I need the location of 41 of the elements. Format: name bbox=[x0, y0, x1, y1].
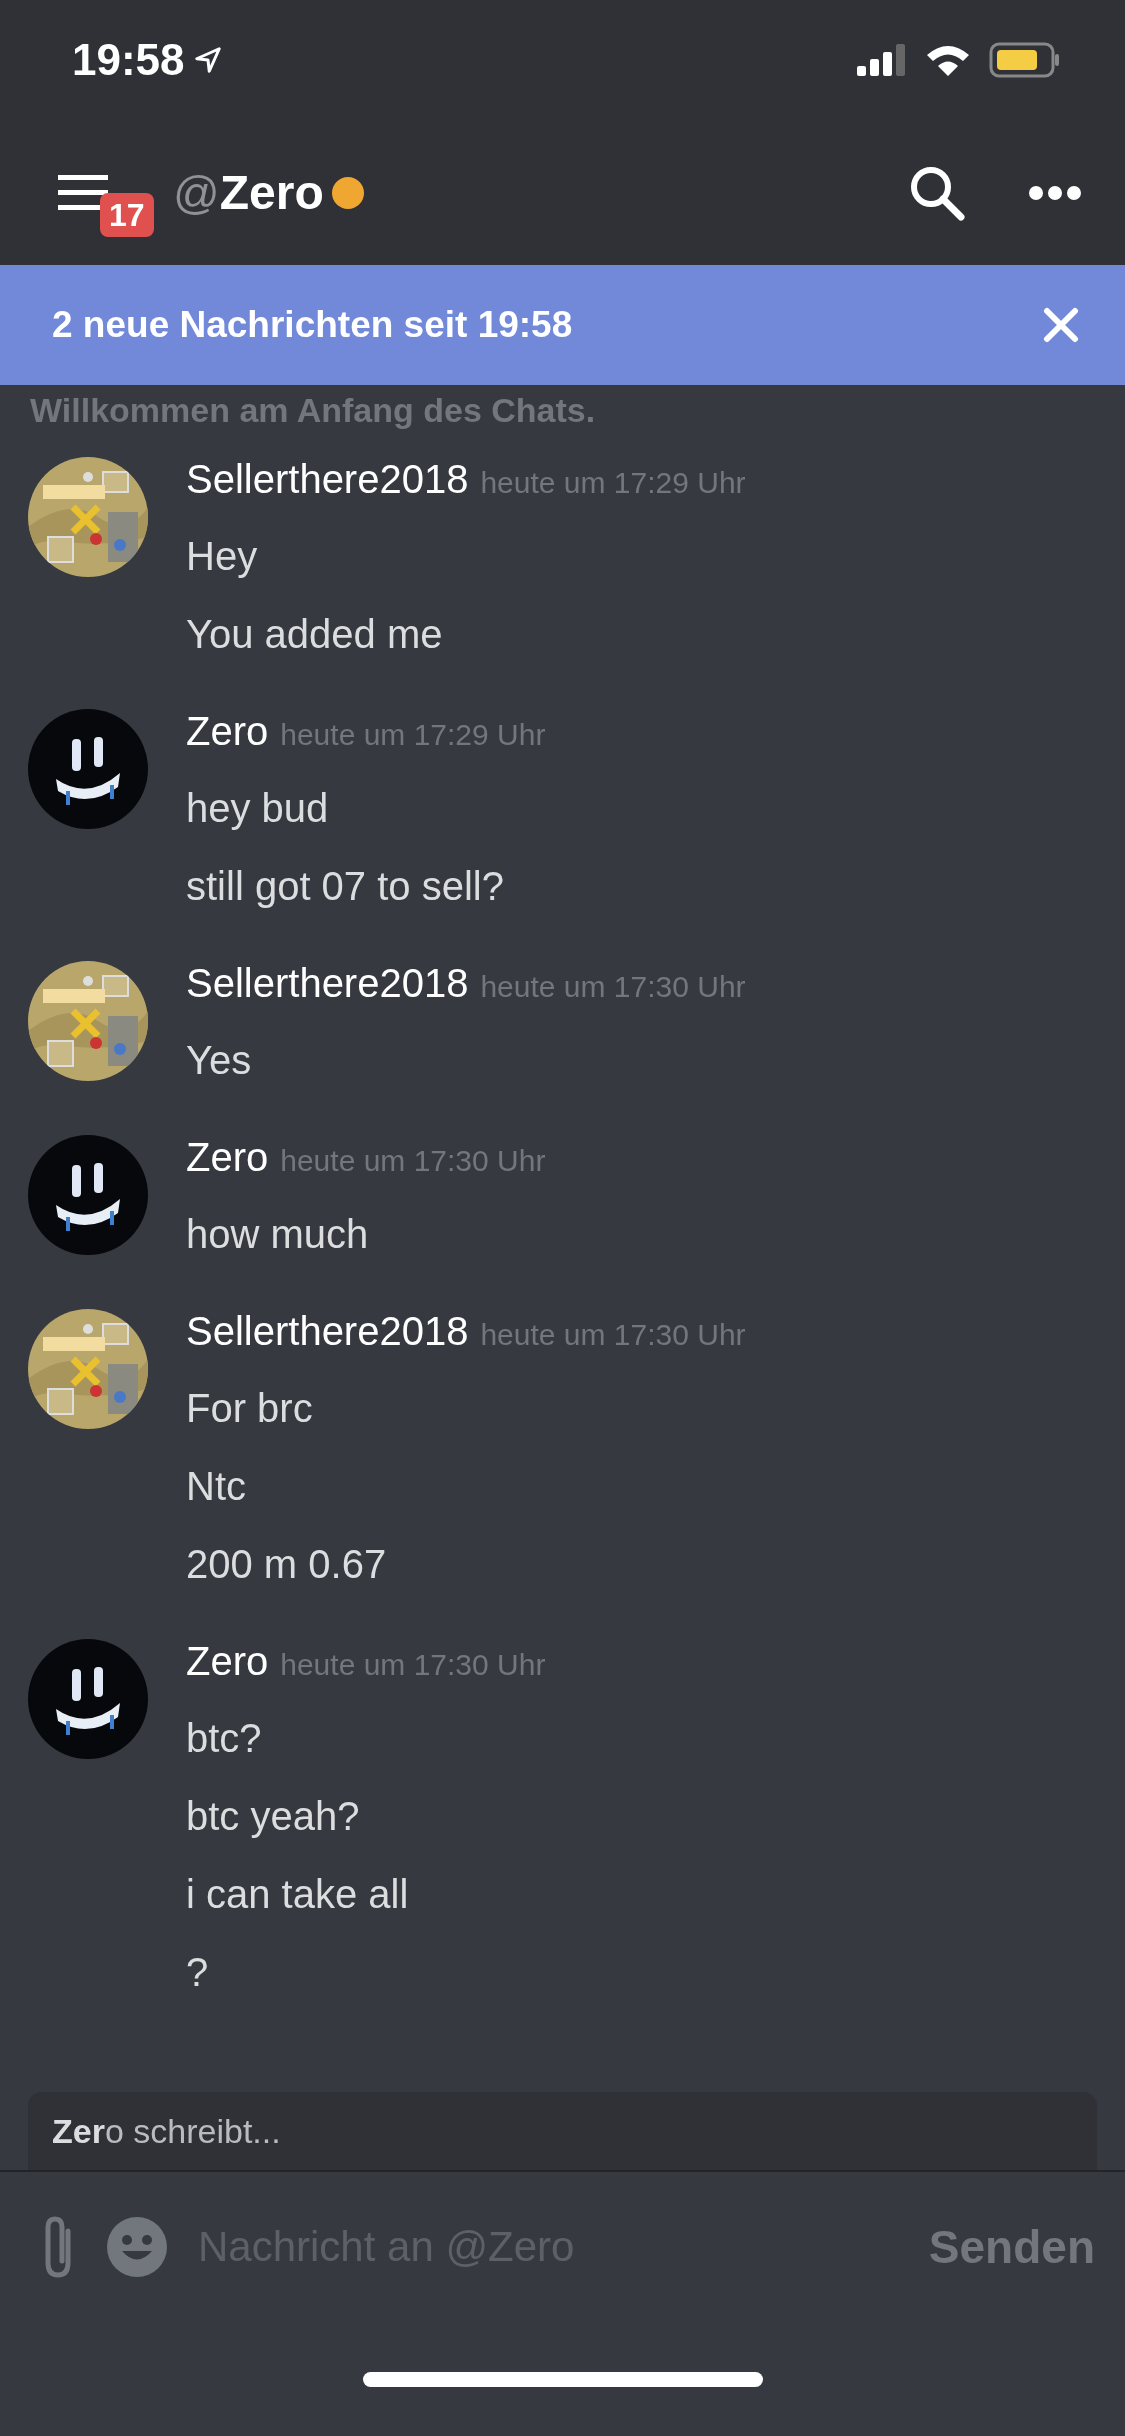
notification-badge: 17 bbox=[100, 192, 154, 237]
message-text: Yes bbox=[186, 1037, 252, 1083]
at-sign: @ bbox=[173, 165, 220, 220]
message-text: i can take all bbox=[186, 1871, 409, 1917]
author-name[interactable]: Sellerthere2018 bbox=[186, 961, 469, 1006]
message-text: You added me bbox=[186, 611, 443, 657]
timestamp: heute um 17:30 Uhr bbox=[480, 970, 746, 1004]
close-icon[interactable] bbox=[1043, 307, 1079, 343]
typing-indicator: Zero schreibt... bbox=[28, 2092, 1097, 2170]
message-text: Hey bbox=[186, 533, 258, 579]
location-arrow-icon bbox=[192, 45, 223, 75]
welcome-text: Willkommen am Anfang des Chats. bbox=[29, 390, 597, 431]
message-text: btc yeah? bbox=[186, 1793, 360, 1839]
banner-text: 2 neue Nachrichten seit 19:58 bbox=[52, 304, 573, 346]
author-name[interactable]: Zero bbox=[186, 709, 269, 754]
timestamp: heute um 17:30 Uhr bbox=[280, 1648, 546, 1682]
clock-time: 19:58 bbox=[72, 35, 185, 85]
timestamp: heute um 17:29 Uhr bbox=[480, 466, 746, 500]
author-name[interactable]: Sellerthere2018 bbox=[186, 457, 469, 502]
message-text: how much bbox=[186, 1211, 369, 1257]
author-name[interactable]: Sellerthere2018 bbox=[186, 1309, 469, 1354]
menu-icon[interactable] bbox=[58, 172, 108, 213]
message-text: still got 07 to sell? bbox=[186, 863, 504, 909]
battery-icon bbox=[989, 42, 1061, 78]
author-name[interactable]: Zero bbox=[186, 1135, 269, 1180]
signal-icon bbox=[857, 44, 907, 76]
timestamp: heute um 17:29 Uhr bbox=[280, 718, 546, 752]
author-name[interactable]: Zero bbox=[186, 1639, 269, 1684]
channel-title: Zero bbox=[219, 165, 324, 220]
message-text: 200 m 0.67 bbox=[186, 1541, 387, 1587]
message-text: ? bbox=[186, 1949, 209, 1995]
message-text: btc? bbox=[186, 1715, 262, 1761]
message-text: hey bud bbox=[186, 785, 329, 831]
emoji-icon[interactable] bbox=[106, 2216, 168, 2278]
wifi-icon bbox=[925, 43, 971, 77]
search-icon[interactable] bbox=[909, 164, 965, 221]
timestamp: heute um 17:30 Uhr bbox=[480, 1318, 746, 1352]
message-text: Ntc bbox=[186, 1463, 246, 1509]
more-icon[interactable] bbox=[1029, 185, 1081, 200]
timestamp: heute um 17:30 Uhr bbox=[280, 1144, 546, 1178]
message-text: For brc bbox=[186, 1385, 313, 1431]
